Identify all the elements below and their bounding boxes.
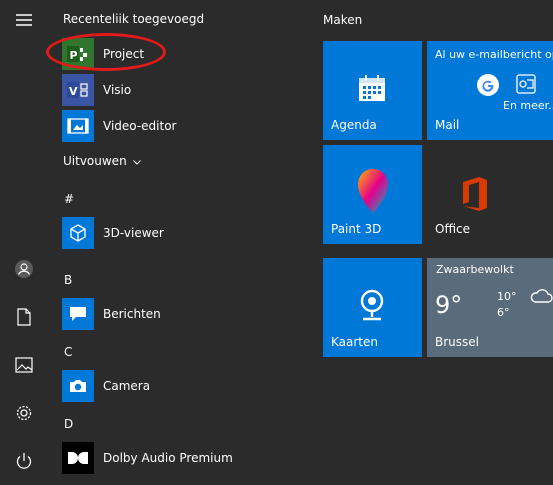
tile-label: Brussel: [435, 335, 479, 349]
hamburger-menu-icon[interactable]: [0, 0, 48, 40]
tile-label: Kaarten: [331, 335, 378, 349]
kaarten-tile[interactable]: Kaarten: [323, 258, 422, 357]
visio-icon: V: [62, 74, 94, 106]
paint3d-tile[interactable]: Paint 3D: [323, 145, 422, 244]
recently-added-header: Recenteliik toegevoegd: [63, 12, 205, 26]
office-tile[interactable]: Office: [427, 145, 553, 244]
camera-icon: [62, 370, 94, 402]
app-3d-viewer[interactable]: 3D-viewer: [62, 217, 302, 249]
pictures-icon[interactable]: [0, 345, 48, 385]
office-icon: [459, 176, 491, 216]
cloud-icon: [529, 288, 553, 308]
user-account-icon[interactable]: [0, 249, 48, 289]
agenda-tile[interactable]: Agenda: [323, 41, 422, 140]
weather-condition: Zwaarbewolkt: [436, 263, 514, 276]
mail-tile-text: Al uw e-mailbericht op: [435, 48, 553, 61]
tile-label: Paint 3D: [331, 222, 382, 236]
tile-group-title: Maken: [323, 13, 363, 27]
svg-text:P: P: [70, 49, 78, 62]
app-label: Dolby Audio Premium: [103, 451, 233, 465]
dolby-icon: [62, 442, 94, 474]
3d-viewer-icon: [62, 217, 94, 249]
berichten-icon: [62, 298, 94, 330]
documents-icon[interactable]: [0, 297, 48, 337]
video-editor-icon: [62, 110, 94, 142]
start-left-rail: [0, 0, 48, 485]
mail-more-text: En meer...: [503, 99, 553, 112]
maps-icon: [357, 288, 387, 328]
app-dolby-audio-premium[interactable]: Dolby Audio Premium: [62, 442, 302, 474]
settings-icon[interactable]: [0, 393, 48, 433]
tile-label: Office: [435, 222, 471, 236]
app-label: Camera: [103, 379, 151, 393]
outlook-icon: [516, 74, 536, 98]
tile-label: Agenda: [331, 118, 377, 132]
app-list: Recenteliik toegevoegd P Project V Visio…: [46, 0, 310, 485]
weather-temp: 9°: [435, 291, 463, 319]
app-camera[interactable]: Camera: [62, 370, 302, 402]
weather-low: 6°: [497, 306, 510, 319]
app-visio[interactable]: V Visio: [62, 74, 302, 106]
svg-text:V: V: [69, 85, 78, 98]
mail-tile[interactable]: Al uw e-mailbericht op En meer... Mail: [427, 41, 553, 140]
chevron-down-icon: [132, 154, 141, 168]
app-berichten[interactable]: Berichten: [62, 298, 302, 330]
app-video-editor[interactable]: Video-editor: [62, 110, 302, 142]
project-icon: P: [62, 38, 94, 70]
group-letter-c[interactable]: C: [64, 345, 72, 359]
power-icon[interactable]: [0, 441, 48, 481]
app-label: Berichten: [103, 307, 161, 321]
paint3d-icon: [355, 167, 391, 219]
group-letter-b[interactable]: B: [64, 273, 72, 287]
calendar-icon: [357, 73, 387, 107]
app-project[interactable]: P Project: [62, 38, 302, 70]
app-label: Visio: [103, 83, 132, 97]
group-letter-d[interactable]: D: [64, 417, 73, 431]
expand-button[interactable]: Uitvouwen: [63, 154, 141, 168]
google-icon: [477, 74, 499, 100]
app-label: Video-editor: [103, 119, 177, 133]
weather-tile[interactable]: Zwaarbewolkt 9° 10° 6° Brussel: [427, 258, 553, 357]
weather-high: 10°: [497, 290, 517, 303]
tile-label: Mail: [435, 118, 460, 132]
expand-label: Uitvouwen: [63, 154, 127, 168]
app-label: 3D-viewer: [103, 226, 164, 240]
tile-area: Maken Agenda Al uw e-mailbericht op En m…: [312, 0, 553, 485]
group-letter-hash[interactable]: #: [64, 192, 74, 206]
app-label: Project: [103, 47, 145, 61]
